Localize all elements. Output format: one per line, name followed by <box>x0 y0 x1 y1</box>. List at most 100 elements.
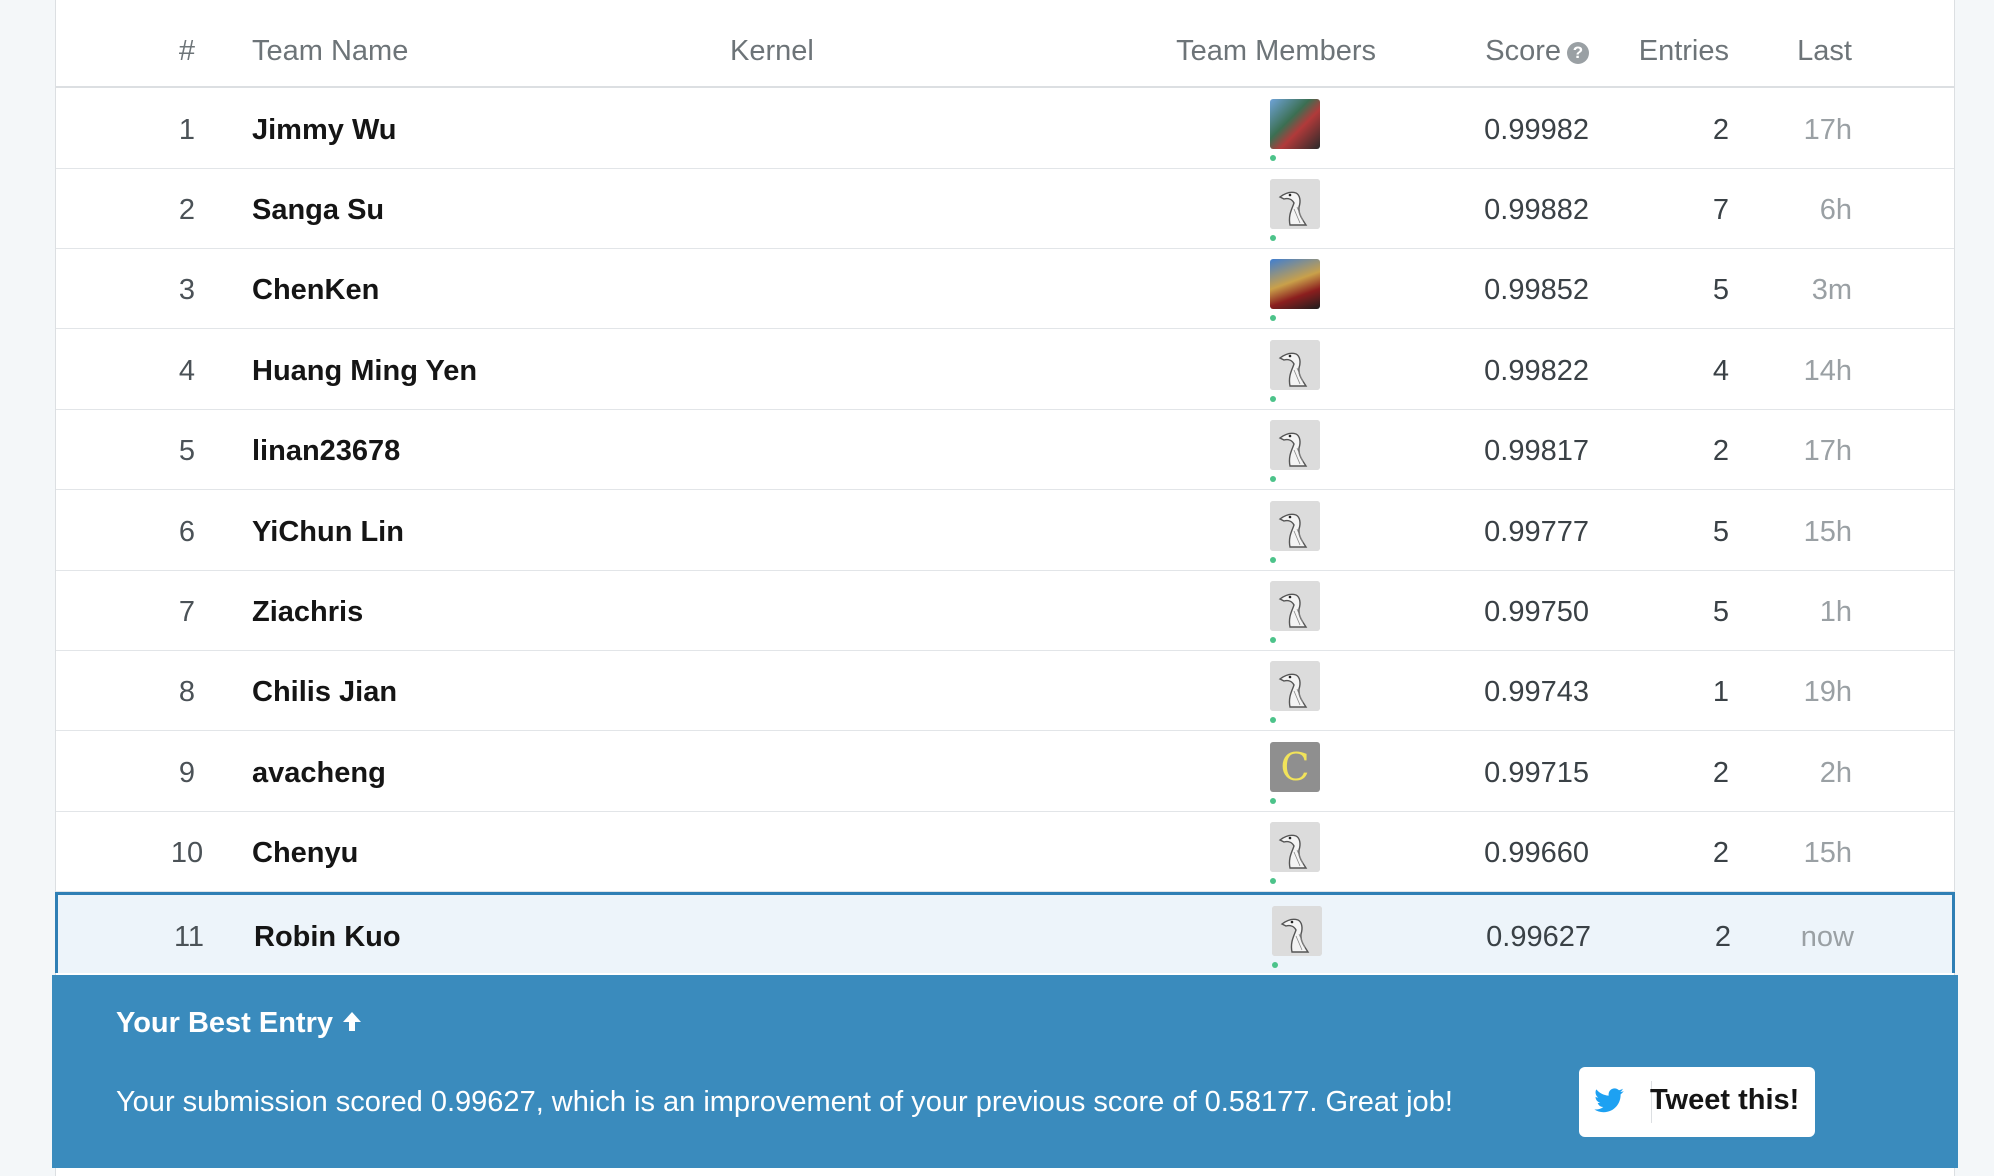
row-team-name[interactable]: ChenKen <box>252 274 379 307</box>
row-score: 0.99852 <box>1484 274 1589 306</box>
row-entries: 2 <box>1712 757 1729 789</box>
row-last: 15h <box>1803 516 1852 548</box>
online-status-dot <box>1270 315 1276 321</box>
photo-avatar[interactable] <box>1270 259 1320 309</box>
row-entries: 2 <box>1712 435 1729 467</box>
row-last: 6h <box>1819 194 1852 226</box>
row-rank: 7 <box>178 596 196 628</box>
row-rank: 8 <box>178 676 196 708</box>
letter-avatar[interactable]: C <box>1270 742 1320 792</box>
row-score: 0.99982 <box>1484 114 1589 146</box>
table-row[interactable]: 1 Jimmy Wu 0.99982 2 17h <box>56 88 1954 169</box>
twitter-bird-icon <box>1589 1081 1652 1123</box>
header-kernel: Kernel <box>730 35 814 67</box>
tweet-button-label: Tweet this! <box>1650 1084 1800 1116</box>
row-entries: 4 <box>1712 355 1729 387</box>
online-status-dot <box>1270 717 1276 723</box>
row-last: 17h <box>1803 114 1852 146</box>
my-entry-row[interactable]: 11 Robin Kuo 0.99627 2 now <box>55 892 1955 973</box>
row-last: 19h <box>1803 676 1852 708</box>
goose-avatar[interactable] <box>1270 420 1320 470</box>
row-score: 0.99627 <box>1486 921 1591 953</box>
row-team-name[interactable]: Sanga Su <box>252 194 384 227</box>
header-rank[interactable]: # <box>152 35 222 68</box>
goose-avatar[interactable] <box>1270 340 1320 390</box>
best-entry-title: Your Best Entry <box>116 1007 363 1040</box>
row-entries: 2 <box>1712 837 1729 869</box>
row-score: 0.99882 <box>1484 194 1589 226</box>
row-team-name[interactable]: YiChun Lin <box>252 516 404 549</box>
row-last: 15h <box>1803 837 1852 869</box>
row-rank: 3 <box>178 274 196 306</box>
row-rank: 6 <box>178 516 196 548</box>
row-team-name[interactable]: Ziachris <box>252 596 363 629</box>
online-status-dot <box>1270 557 1276 563</box>
table-row[interactable]: 4 Huang Ming Yen 0.99822 4 14h <box>56 329 1954 410</box>
row-score: 0.99817 <box>1484 435 1589 467</box>
row-score: 0.99777 <box>1484 516 1589 548</box>
row-last: 3m <box>1811 274 1852 306</box>
row-score: 0.99822 <box>1484 355 1589 387</box>
goose-avatar[interactable] <box>1272 906 1322 956</box>
online-status-dot <box>1270 235 1276 241</box>
row-entries: 7 <box>1712 194 1729 226</box>
goose-avatar[interactable] <box>1270 179 1320 229</box>
online-status-dot <box>1270 155 1276 161</box>
goose-avatar[interactable] <box>1270 581 1320 631</box>
online-status-dot <box>1270 878 1276 884</box>
goose-avatar[interactable] <box>1270 822 1320 872</box>
row-rank: 4 <box>178 355 196 387</box>
table-row[interactable]: 7 Ziachris 0.99750 5 1h <box>56 570 1954 651</box>
header-score[interactable]: Score? <box>1426 35 1589 68</box>
table-row[interactable]: 5 linan23678 0.99817 2 17h <box>56 409 1954 490</box>
table-row[interactable]: 9 avacheng 0.99715 2 2h C <box>56 731 1954 812</box>
best-entry-title-text: Your Best Entry <box>116 1007 334 1039</box>
row-entries: 1 <box>1712 676 1729 708</box>
goose-avatar[interactable] <box>1270 501 1320 551</box>
best-entry-message: Your submission scored 0.99627, which is… <box>116 1086 1453 1118</box>
goose-avatar[interactable] <box>1270 661 1320 711</box>
row-last: 2h <box>1819 757 1852 789</box>
header-team-name[interactable]: Team Name <box>252 35 408 68</box>
row-rank: 5 <box>178 435 196 467</box>
row-team-name[interactable]: linan23678 <box>252 435 400 468</box>
row-team-name[interactable]: Huang Ming Yen <box>252 355 477 388</box>
photo-avatar[interactable] <box>1270 99 1320 149</box>
header-last[interactable]: Last <box>1722 35 1852 68</box>
header-entries[interactable]: Entries <box>1579 35 1729 68</box>
row-rank: 11 <box>173 921 205 953</box>
arrow-up-icon <box>341 1007 363 1040</box>
row-last: now <box>1800 921 1854 953</box>
table-row[interactable]: 6 YiChun Lin 0.99777 5 15h <box>56 490 1954 571</box>
row-team-name[interactable]: avacheng <box>252 757 386 790</box>
table-row[interactable]: 3 ChenKen 0.99852 5 3m <box>56 248 1954 329</box>
best-entry-banner: Your Best Entry Your submission scored 0… <box>52 975 1958 1168</box>
table-row[interactable]: 8 Chilis Jian 0.99743 1 19h <box>56 650 1954 731</box>
row-team-name[interactable]: Chilis Jian <box>252 676 397 709</box>
row-team-name[interactable]: Jimmy Wu <box>252 114 397 147</box>
header-team-members: Team Members <box>1176 35 1376 67</box>
row-score: 0.99660 <box>1484 837 1589 869</box>
row-last: 17h <box>1803 435 1852 467</box>
online-status-dot <box>1270 637 1276 643</box>
row-score: 0.99715 <box>1484 757 1589 789</box>
row-score: 0.99750 <box>1484 596 1589 628</box>
row-team-name[interactable]: Robin Kuo <box>254 921 401 954</box>
online-status-dot <box>1272 962 1278 968</box>
row-team-name[interactable]: Chenyu <box>252 837 358 870</box>
leaderboard: # Team Name Kernel Team Members Score? E… <box>52 0 1958 1176</box>
row-entries: 5 <box>1712 274 1729 306</box>
table-row[interactable]: 10 Chenyu 0.99660 2 15h <box>56 811 1954 892</box>
tweet-button[interactable]: Tweet this! <box>1579 1067 1815 1137</box>
row-entries: 2 <box>1712 114 1729 146</box>
header-score-label: Score <box>1485 35 1561 67</box>
row-score: 0.99743 <box>1484 676 1589 708</box>
row-last: 14h <box>1803 355 1852 387</box>
row-entries: 5 <box>1712 596 1729 628</box>
row-entries: 5 <box>1712 516 1729 548</box>
row-rank: 2 <box>178 194 196 226</box>
table-row[interactable]: 2 Sanga Su 0.99882 7 6h <box>56 168 1954 249</box>
leaderboard-header: # Team Name Kernel Team Members Score? E… <box>56 0 1954 88</box>
online-status-dot <box>1270 476 1276 482</box>
row-rank: 9 <box>178 757 196 789</box>
